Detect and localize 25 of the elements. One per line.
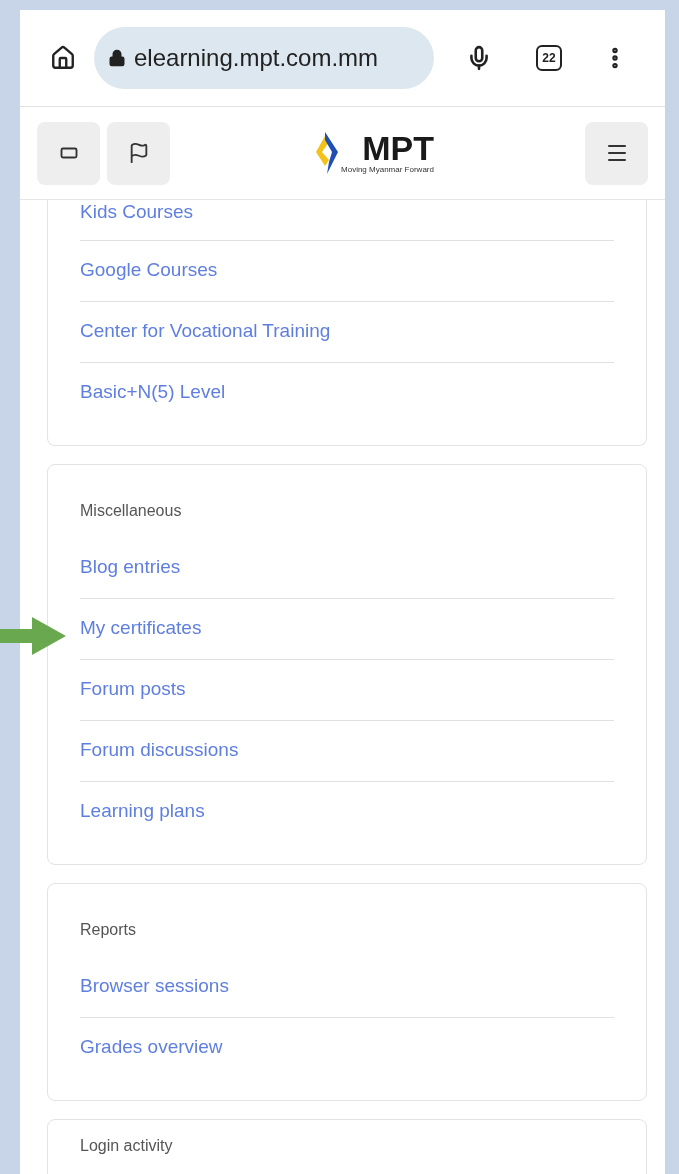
block-link[interactable]: Forum discussions (80, 739, 239, 760)
drawer-toggle-button[interactable] (37, 121, 100, 185)
block-link[interactable]: Learning plans (80, 800, 205, 821)
block-title: Login activity (80, 1136, 174, 1156)
block-link[interactable]: Google Courses (80, 259, 218, 280)
block-title: Reports (80, 920, 138, 940)
menu-button[interactable] (585, 121, 648, 185)
logo-tagline: Moving Myanmar Forward (341, 165, 434, 175)
block-link[interactable]: Browser sessions (80, 975, 229, 996)
block-link[interactable]: Forum posts (80, 678, 186, 699)
flag-button[interactable] (107, 121, 170, 185)
block-link[interactable]: Center for Vocational Training (80, 320, 331, 341)
diamond-logo-icon (315, 130, 340, 176)
pointer-arrow (0, 617, 66, 655)
block-link[interactable]: Blog entries (80, 556, 181, 577)
address-bar[interactable]: elearning.mpt.com.mm (94, 27, 434, 89)
block-link[interactable]: Basic+N(5) Level (80, 381, 226, 402)
tab-count-button[interactable]: 22 (536, 45, 562, 71)
block-link[interactable]: Grades overview (80, 1036, 223, 1057)
logo-text: MPT (362, 131, 434, 165)
block-link[interactable]: Kids Courses (80, 201, 193, 222)
home-icon[interactable] (50, 45, 76, 71)
block-link[interactable]: My certificates (80, 617, 202, 638)
block-title: Miscellaneous (80, 501, 183, 521)
lock-icon (108, 49, 126, 67)
